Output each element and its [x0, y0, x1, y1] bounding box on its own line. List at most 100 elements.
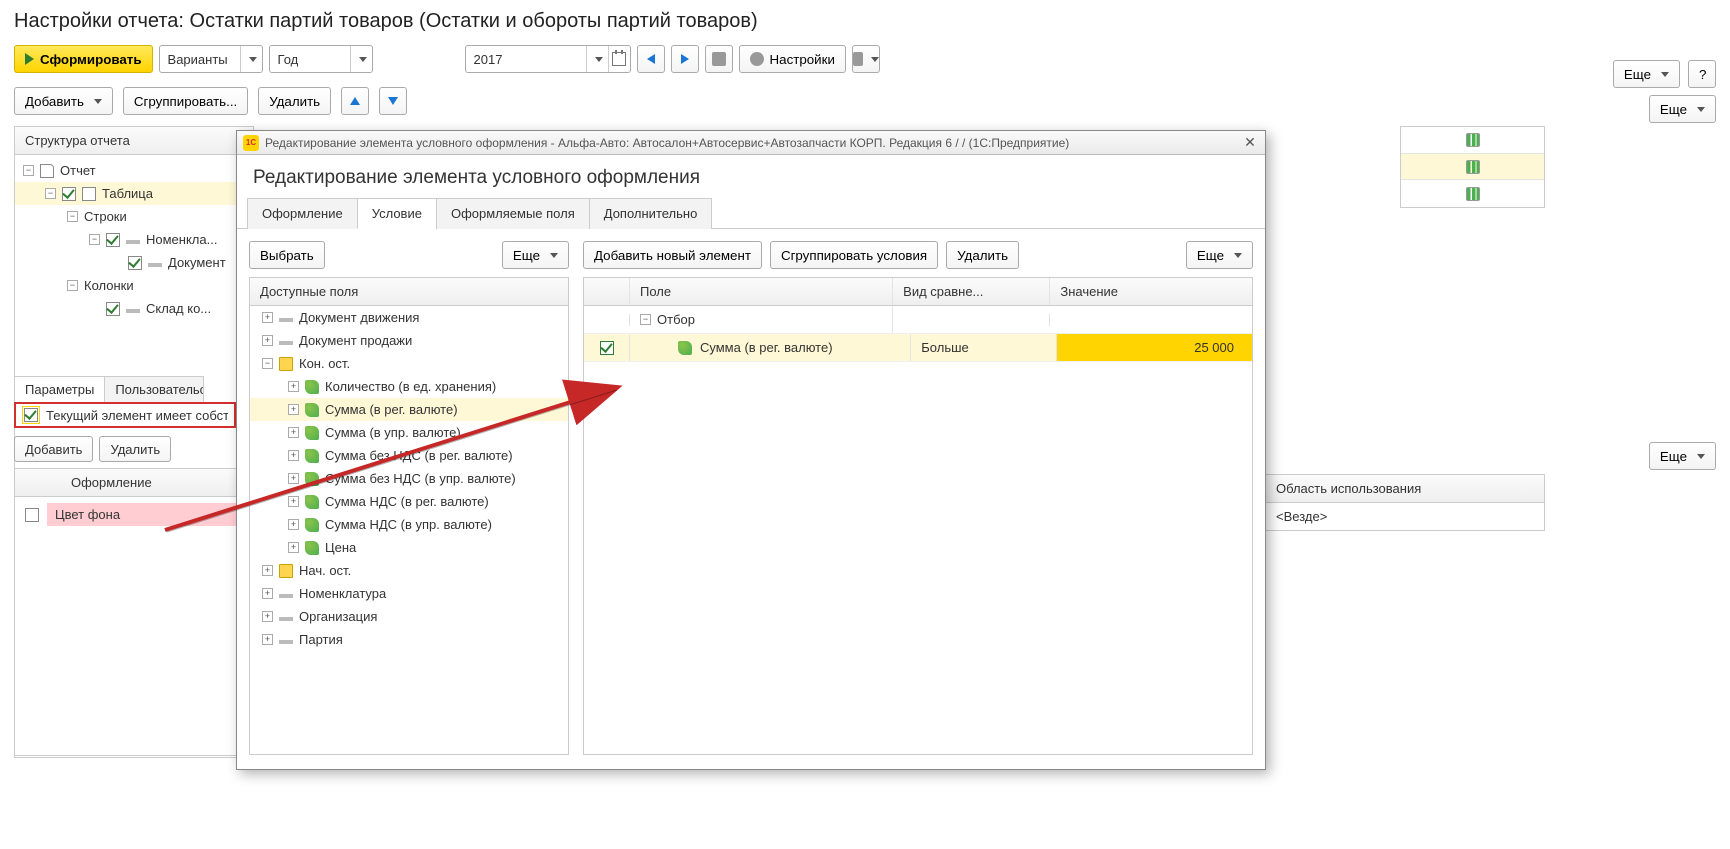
arrow-down-icon: [388, 97, 398, 105]
left-more-button[interactable]: Еще: [502, 241, 569, 269]
available-field-item[interactable]: + Количество (в ед. хранения): [250, 375, 568, 398]
available-field-item[interactable]: +Сумма (в рег. валюте): [250, 398, 568, 421]
expand-icon[interactable]: −: [45, 188, 56, 199]
period-value-select[interactable]: 2017: [465, 45, 631, 73]
expand-icon[interactable]: +: [288, 404, 299, 415]
period-type-select[interactable]: Год: [269, 45, 373, 73]
dialog-tab-fields[interactable]: Оформляемые поля: [436, 198, 590, 229]
dialog-titlebar[interactable]: 1С Редактирование элемента условного офо…: [237, 131, 1265, 155]
usage-header: Область использования: [1266, 475, 1544, 503]
more-button-2[interactable]: Еще: [1649, 95, 1716, 123]
structure-item[interactable]: Склад ко...: [15, 297, 253, 320]
expand-icon[interactable]: +: [262, 634, 273, 645]
dialog-tab-formatting[interactable]: Оформление: [247, 198, 358, 229]
expand-icon[interactable]: +: [262, 312, 273, 323]
available-field-item[interactable]: −Кон. ост.: [250, 352, 568, 375]
expand-icon[interactable]: −: [89, 234, 100, 245]
structure-tree[interactable]: −Отчет−Таблица−Строки−Номенкла...Докумен…: [15, 155, 253, 324]
conditions-grid[interactable]: Поле Вид сравне... Значение − Отбор: [583, 277, 1253, 755]
current-element-checkbox[interactable]: [24, 408, 38, 422]
available-field-item[interactable]: +Номенклатура: [250, 582, 568, 605]
expand-icon[interactable]: −: [67, 211, 78, 222]
structure-checkbox[interactable]: [106, 233, 120, 247]
available-field-item[interactable]: +Сумма (в упр. валюте): [250, 421, 568, 444]
delete-condition-button[interactable]: Удалить: [946, 241, 1019, 269]
add-button[interactable]: Добавить: [14, 87, 113, 115]
move-up-button[interactable]: [341, 87, 369, 115]
available-field-item[interactable]: +Цена: [250, 536, 568, 559]
expand-icon[interactable]: −: [262, 358, 273, 369]
expand-icon[interactable]: −: [67, 280, 78, 291]
chart-row[interactable]: [1401, 127, 1544, 154]
delete-button[interactable]: Удалить: [258, 87, 331, 115]
structure-item[interactable]: −Номенкла...: [15, 228, 253, 251]
group-conditions-button[interactable]: Сгруппировать условия: [770, 241, 938, 269]
dialog-tab-condition[interactable]: Условие: [357, 198, 437, 229]
expand-icon[interactable]: +: [288, 427, 299, 438]
tab-parameters[interactable]: Параметры: [14, 376, 105, 403]
tab-user[interactable]: Пользовательские: [104, 376, 204, 403]
group-button[interactable]: Сгруппировать...: [123, 87, 248, 115]
select-button[interactable]: Выбрать: [249, 241, 325, 269]
format-checkbox[interactable]: [25, 508, 39, 522]
chart-row[interactable]: [1401, 180, 1544, 207]
more-button-1[interactable]: Еще: [1613, 60, 1680, 88]
more-button-3[interactable]: Еще: [1649, 442, 1716, 470]
bg-add-button[interactable]: Добавить: [14, 436, 93, 462]
structure-checkbox[interactable]: [128, 256, 142, 270]
structure-item[interactable]: −Строки: [15, 205, 253, 228]
available-field-item[interactable]: +Документ продажи: [250, 329, 568, 352]
expand-icon[interactable]: +: [262, 588, 273, 599]
available-field-item[interactable]: +Нач. ост.: [250, 559, 568, 582]
available-field-item[interactable]: +Организация: [250, 605, 568, 628]
expand-icon[interactable]: −: [640, 314, 651, 325]
variants-select[interactable]: Варианты: [159, 45, 263, 73]
available-field-item[interactable]: + Сумма НДС (в упр. валюте): [250, 513, 568, 536]
filter-root-row[interactable]: − Отбор: [584, 306, 1252, 334]
expand-icon[interactable]: +: [262, 335, 273, 346]
chart-row[interactable]: [1401, 154, 1544, 181]
structure-item[interactable]: −Таблица: [15, 182, 253, 205]
close-button[interactable]: ✕: [1241, 134, 1259, 151]
expand-icon[interactable]: +: [262, 611, 273, 622]
structure-item[interactable]: −Отчет: [15, 159, 253, 182]
expand-icon[interactable]: +: [288, 496, 299, 507]
available-field-item[interactable]: +Сумма без НДС (в упр. валюте): [250, 467, 568, 490]
add-element-button[interactable]: Добавить новый элемент: [583, 241, 762, 269]
available-field-item[interactable]: +Документ движения: [250, 306, 568, 329]
structure-item[interactable]: Документ: [15, 251, 253, 274]
expand-icon[interactable]: +: [288, 381, 299, 392]
available-field-item[interactable]: +Сумма НДС (в рег. валюте): [250, 490, 568, 513]
expand-icon[interactable]: +: [288, 542, 299, 553]
expand-icon[interactable]: +: [288, 519, 299, 530]
expand-icon[interactable]: +: [262, 565, 273, 576]
available-field-item[interactable]: +Сумма без НДС (в рег. валюте): [250, 444, 568, 467]
available-fields-tree[interactable]: Доступные поля +Документ движения+Докуме…: [249, 277, 569, 755]
expand-icon[interactable]: +: [288, 450, 299, 461]
filter-root-label: Отбор: [657, 312, 695, 327]
right-more-button[interactable]: Еще: [1186, 241, 1253, 269]
field-icon: [678, 341, 692, 355]
condition-checkbox[interactable]: [600, 341, 614, 355]
nav-prev-button[interactable]: [637, 45, 665, 73]
dialog-tab-additional[interactable]: Дополнительно: [589, 198, 713, 229]
settings-button[interactable]: Настройки: [739, 45, 846, 73]
expand-icon[interactable]: −: [23, 165, 34, 176]
move-down-button[interactable]: [379, 87, 407, 115]
field-label: Сумма НДС (в упр. валюте): [325, 517, 492, 532]
report-button[interactable]: [705, 45, 733, 73]
available-field-item[interactable]: +Партия: [250, 628, 568, 651]
usage-value[interactable]: <Везде>: [1266, 503, 1544, 530]
help-button[interactable]: ?: [1688, 60, 1716, 88]
nav-next-button[interactable]: [671, 45, 699, 73]
structure-checkbox[interactable]: [62, 187, 76, 201]
field-label: Количество (в ед. хранения): [325, 379, 496, 394]
generate-button[interactable]: Сформировать: [14, 45, 153, 73]
expand-icon[interactable]: +: [288, 473, 299, 484]
structure-item[interactable]: −Колонки: [15, 274, 253, 297]
export-button[interactable]: [852, 45, 880, 73]
condition-row[interactable]: Сумма (в рег. валюте) Больше 25 000: [584, 334, 1252, 362]
format-row[interactable]: Цвет фона: [15, 497, 253, 532]
structure-checkbox[interactable]: [106, 302, 120, 316]
bg-delete-button[interactable]: Удалить: [99, 436, 171, 462]
